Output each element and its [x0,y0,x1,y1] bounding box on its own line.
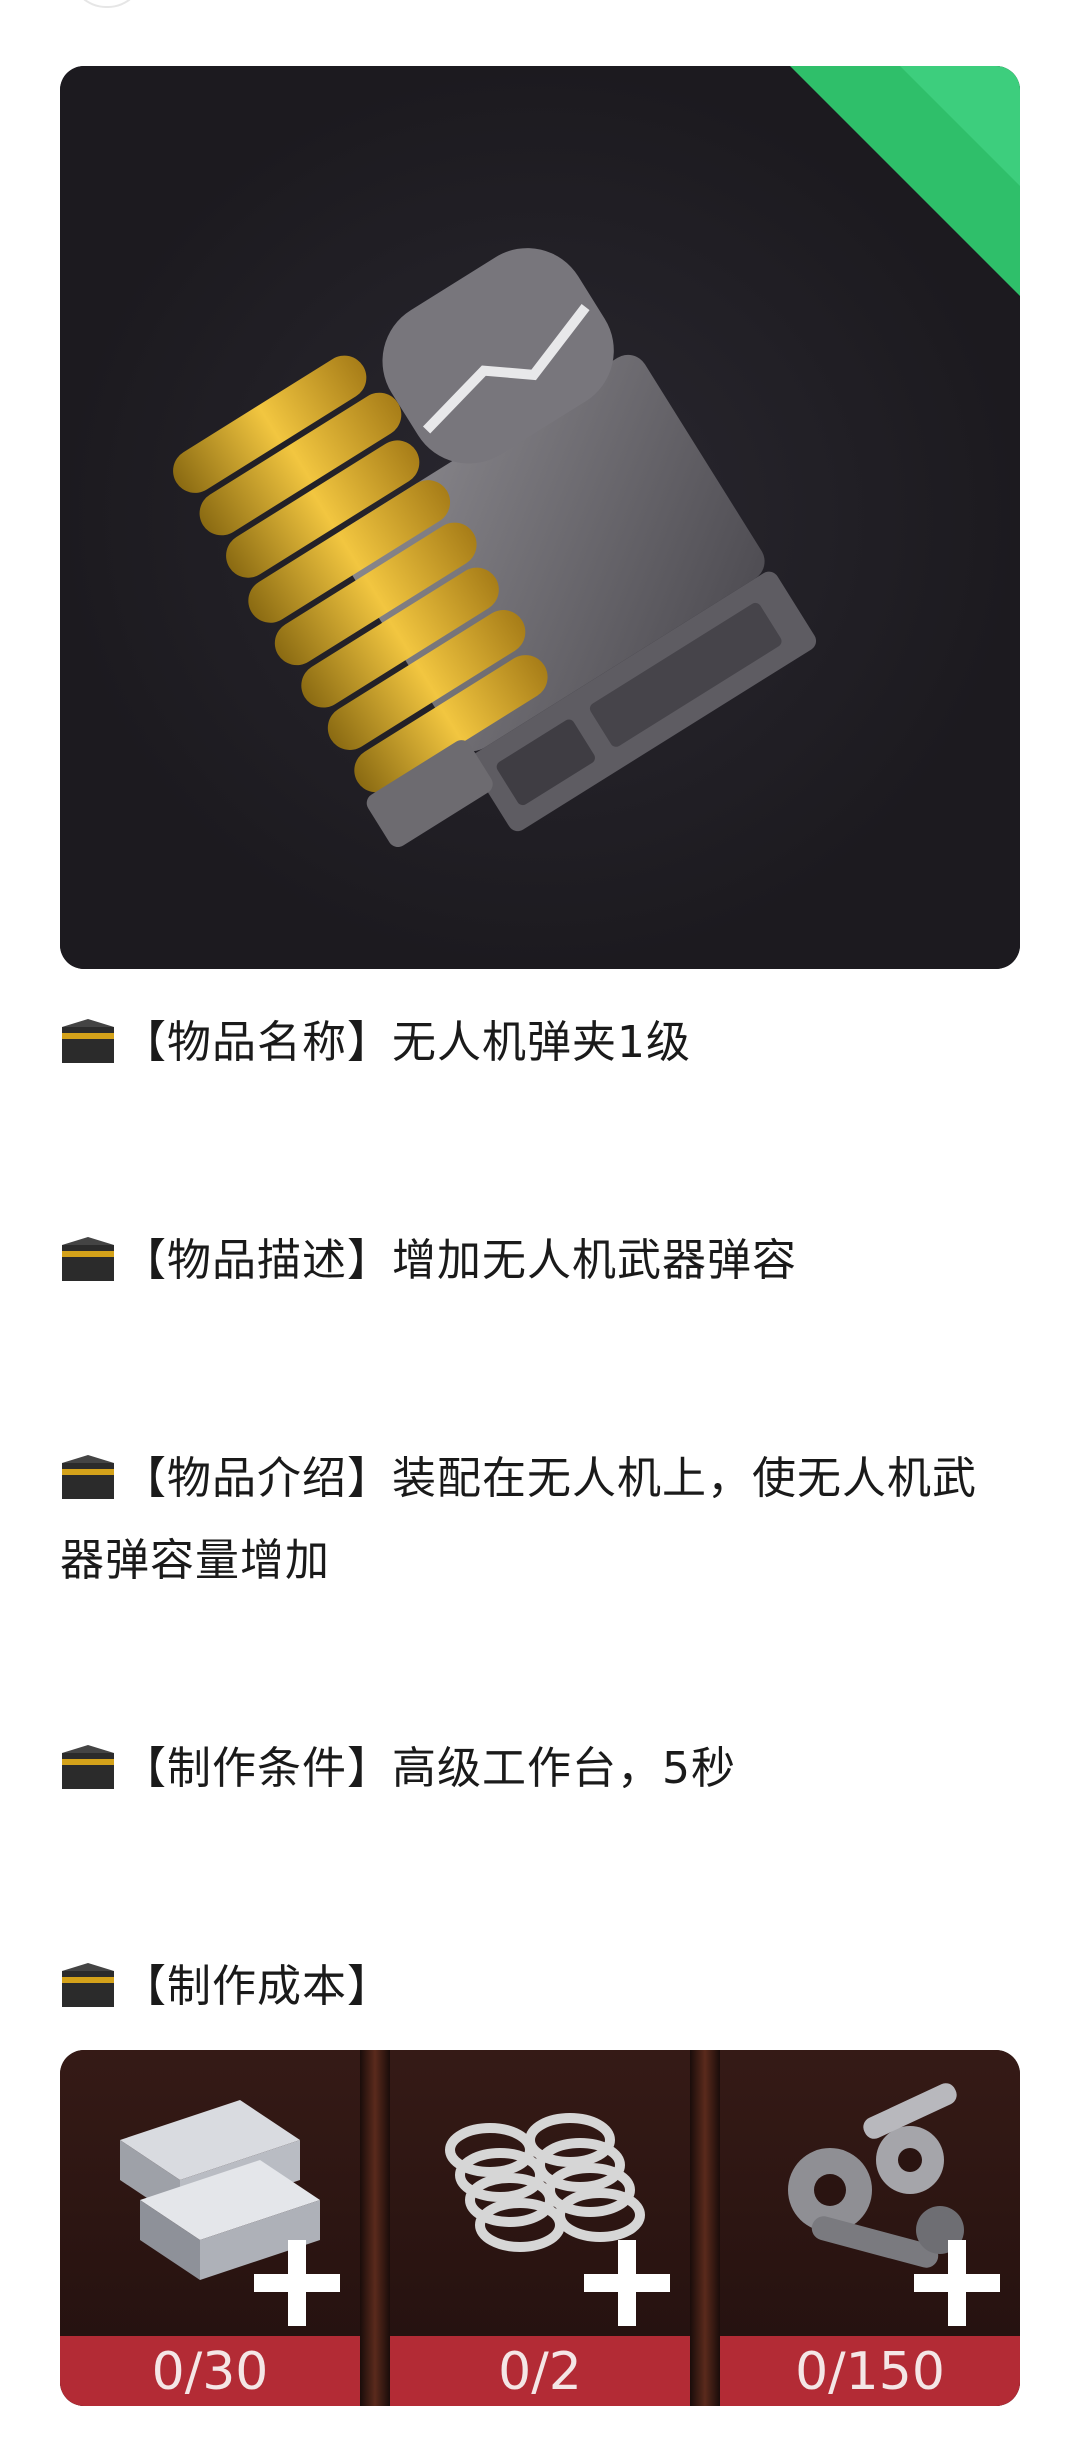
material-amount: 0/30 [60,2336,360,2406]
material-slot-parts[interactable]: 0/150 [720,2050,1020,2406]
kaaba-icon [60,1232,116,1306]
slot-divider [690,2050,720,2406]
add-icon [584,2240,670,2326]
item-intro-line: 【物品介绍】装配在无人机上，使无人机武器弹容量增加 [60,1442,1020,1598]
item-desc-text: 【物品描述】增加无人机武器弹容 [122,1235,797,1286]
craft-cost-text: 【制作成本】 [122,1961,392,2012]
craft-condition-line: 【制作条件】高级工作台，5秒 [60,1732,1020,1814]
item-name-text: 【物品名称】无人机弹夹1级 [122,1017,691,1068]
add-icon [254,2240,340,2326]
item-intro-text: 【物品介绍】装配在无人机上，使无人机武器弹容量增加 [60,1453,977,1586]
material-slot-ingot[interactable]: 0/30 [60,2050,360,2406]
craft-cost-panel: 0/30 0/2 0/150 [60,2050,1020,2406]
item-name-line: 【物品名称】无人机弹夹1级 [60,1006,1020,1088]
slot-divider [360,2050,390,2406]
avatar[interactable] [70,0,144,8]
material-amount: 0/2 [390,2336,690,2406]
material-amount: 0/150 [720,2336,1020,2406]
craft-condition-text: 【制作条件】高级工作台，5秒 [122,1743,736,1794]
craft-cost-line: 【制作成本】 [60,1950,1020,2032]
kaaba-icon [60,1958,116,2032]
kaaba-icon [60,1014,116,1088]
material-slot-spring[interactable]: 0/2 [390,2050,690,2406]
item-desc-line: 【物品描述】增加无人机武器弹容 [60,1224,1020,1306]
add-icon [914,2240,1000,2326]
rarity-corner-shine [900,66,1020,186]
item-image [60,66,1020,969]
kaaba-icon [60,1450,116,1524]
kaaba-icon [60,1740,116,1814]
